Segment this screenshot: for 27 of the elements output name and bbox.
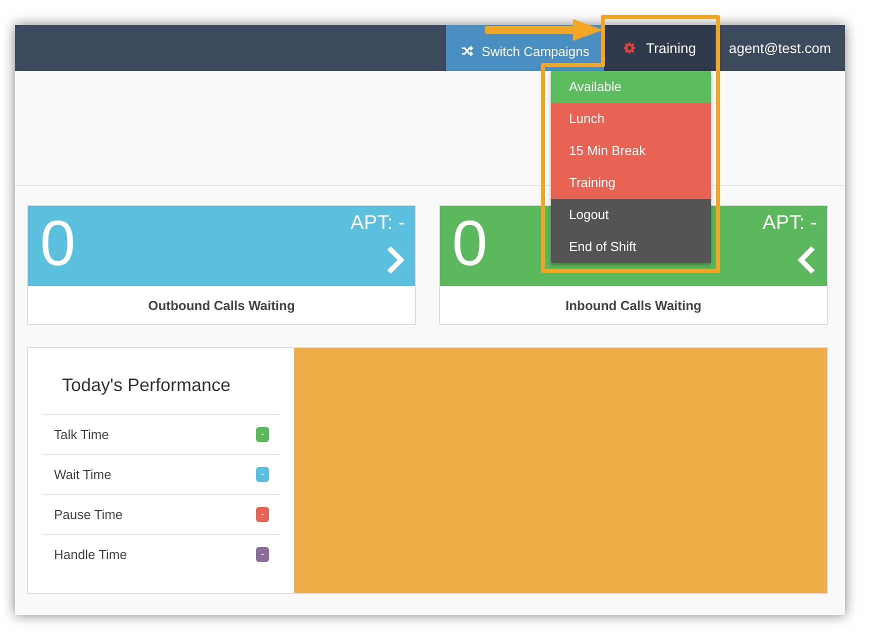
gear-icon — [622, 42, 636, 54]
metric-badge: - — [256, 427, 269, 442]
status-button[interactable]: Training — [604, 25, 715, 71]
call-count: 0 — [452, 206, 488, 281]
queue-label: Inbound Calls Waiting — [565, 298, 702, 312]
menu-item[interactable]: Logout — [551, 199, 711, 231]
metric-label: Pause Time — [54, 507, 123, 522]
panel-title: Today's Performance — [43, 348, 280, 415]
menu-item[interactable]: 15 Min Break — [551, 135, 711, 167]
apt-label: APT: - — [350, 212, 405, 235]
metric-badge: - — [256, 547, 269, 562]
menu-item[interactable]: Lunch — [551, 103, 711, 135]
menu-item[interactable]: Available — [551, 71, 711, 103]
metric-badge: - — [256, 467, 269, 482]
apt-label: APT: - — [762, 212, 817, 235]
user-menu[interactable]: agent@test.com — [715, 25, 845, 71]
queue-label: Outbound Calls Waiting — [148, 298, 295, 312]
metric-badge: - — [256, 507, 269, 522]
call-count: 0 — [40, 206, 76, 281]
chevron-right-icon[interactable] — [385, 245, 405, 275]
metric-label: Handle Time — [54, 547, 127, 562]
metric-label: Talk Time — [54, 427, 109, 442]
menu-item[interactable]: Training — [551, 167, 711, 199]
metric-label: Wait Time — [54, 467, 112, 482]
shuffle-icon — [460, 45, 474, 57]
chevron-left-icon[interactable] — [797, 245, 817, 275]
menu-item[interactable]: End of Shift — [551, 231, 711, 263]
